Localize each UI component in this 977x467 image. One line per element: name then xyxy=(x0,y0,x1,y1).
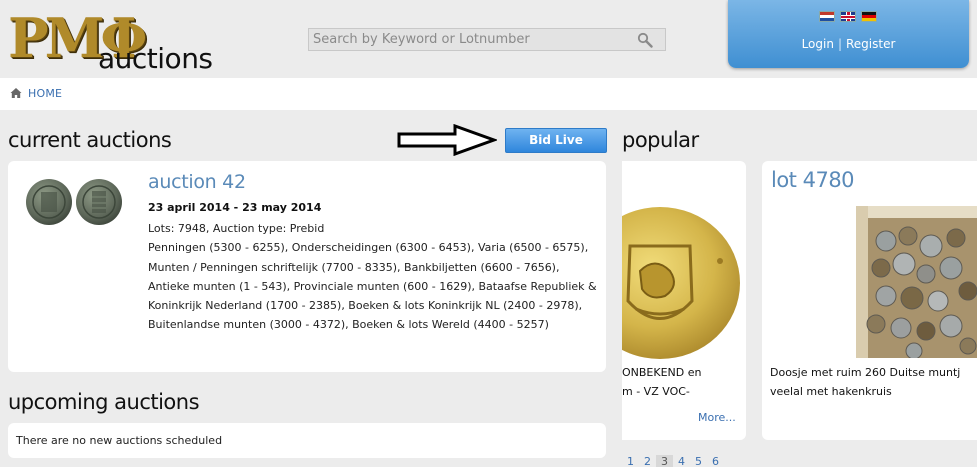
lot-title[interactable]: lot 4780 xyxy=(771,168,855,192)
auction-dates: 23 april 2014 - 23 may 2014 xyxy=(148,201,322,214)
popular-card-text-2: m - VZ VOC- xyxy=(622,385,690,398)
popular-lot-image[interactable] xyxy=(622,201,740,361)
popular-card-text-1: ONBEKEND en xyxy=(622,366,702,379)
login-link[interactable]: Login xyxy=(802,37,834,51)
search-icon[interactable] xyxy=(637,32,653,48)
page-link[interactable]: 5 xyxy=(690,455,707,467)
auction-lots-line: Lots: 7948, Auction type: Prebid xyxy=(148,222,325,235)
account-separator: | xyxy=(837,37,842,51)
page-link-active[interactable]: 3 xyxy=(656,455,673,467)
lot-card-text-1: Doosje met ruim 260 Duitse muntj xyxy=(770,366,961,379)
lot-card: lot 4780 Doosje met ruim 260 Duitse munt… xyxy=(762,161,977,440)
page-link[interactable]: 4 xyxy=(673,455,690,467)
logo[interactable]: PMΦ auctions xyxy=(8,8,213,74)
auction-card: auction 42 23 april 2014 - 23 may 2014 L… xyxy=(8,161,606,372)
auction-title[interactable]: auction 42 xyxy=(148,171,246,193)
lot-card-text-2: veelal met hakenkruis xyxy=(770,385,892,398)
page-link[interactable]: 6 xyxy=(707,455,724,467)
upcoming-auctions-title: upcoming auctions xyxy=(8,390,200,414)
more-link[interactable]: More... xyxy=(698,411,736,424)
account-links: Login | Register xyxy=(728,37,969,51)
popular-card: ONBEKEND en m - VZ VOC- More... xyxy=(622,161,746,440)
upcoming-card: There are no new auctions scheduled xyxy=(8,423,606,458)
logo-text: auctions xyxy=(98,42,213,75)
popular-title: popular xyxy=(622,128,699,152)
lot-image[interactable] xyxy=(856,206,977,358)
home-link[interactable]: HOME xyxy=(28,87,62,100)
register-link[interactable]: Register xyxy=(846,37,895,51)
page-link[interactable]: 1 xyxy=(622,455,639,467)
search-box xyxy=(308,28,666,51)
upcoming-empty-text: There are no new auctions scheduled xyxy=(16,434,223,447)
search-input[interactable] xyxy=(309,29,629,50)
language-flags xyxy=(819,11,877,22)
auction-description: Lots: 7948, Auction type: Prebid Penning… xyxy=(148,219,598,335)
flag-de-icon[interactable] xyxy=(861,11,877,22)
home-icon xyxy=(10,88,22,98)
arrow-right-icon xyxy=(397,124,497,156)
auction-categories: Penningen (5300 - 6255), Onderscheidinge… xyxy=(148,241,597,332)
header: PMΦ auctions Login| Register xyxy=(0,0,977,78)
current-auctions-title: current auctions xyxy=(8,128,172,152)
popular-pagination: 1 2 3 4 5 6 xyxy=(622,455,724,467)
flag-gb-icon[interactable] xyxy=(840,11,856,22)
auction-coins-image[interactable] xyxy=(22,177,128,227)
breadcrumb: HOME xyxy=(0,78,977,110)
account-panel: Login | Register xyxy=(728,0,969,68)
flag-nl-icon[interactable] xyxy=(819,11,835,22)
bid-live-button[interactable]: Bid Live xyxy=(505,128,607,153)
page-link[interactable]: 2 xyxy=(639,455,656,467)
